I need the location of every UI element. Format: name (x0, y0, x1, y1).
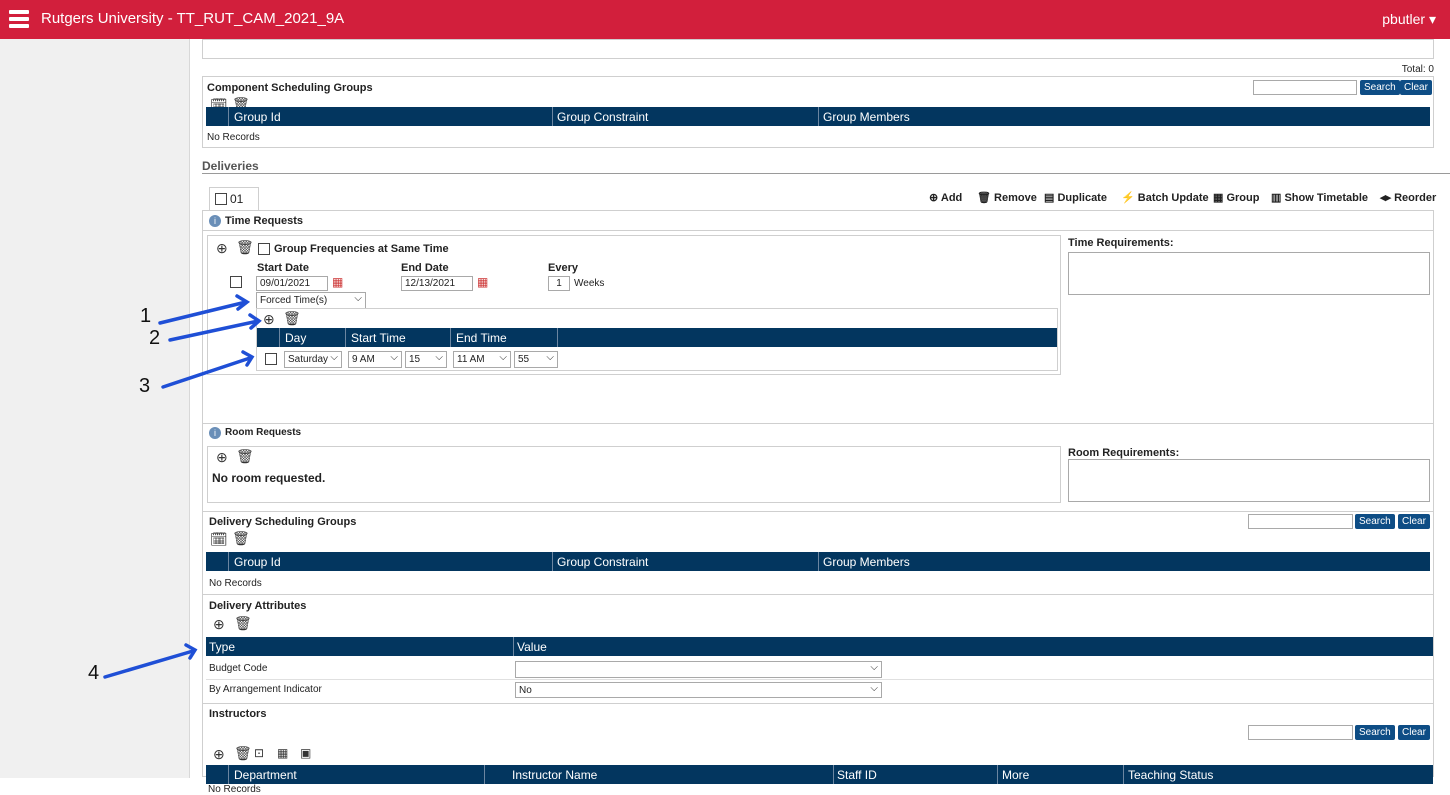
arrow-4 (103, 649, 195, 679)
arrow-3 (161, 356, 252, 389)
annotation-1: 1 (140, 305, 152, 327)
annotation-overlay (103, 294, 262, 679)
empty-text: No Records (208, 784, 261, 795)
arrow-2 (168, 319, 260, 342)
annotation-3: 3 (139, 375, 151, 397)
arrow-1 (158, 300, 248, 325)
annotation-2: 2 (149, 327, 161, 349)
annotation-4: 4 (88, 662, 100, 684)
